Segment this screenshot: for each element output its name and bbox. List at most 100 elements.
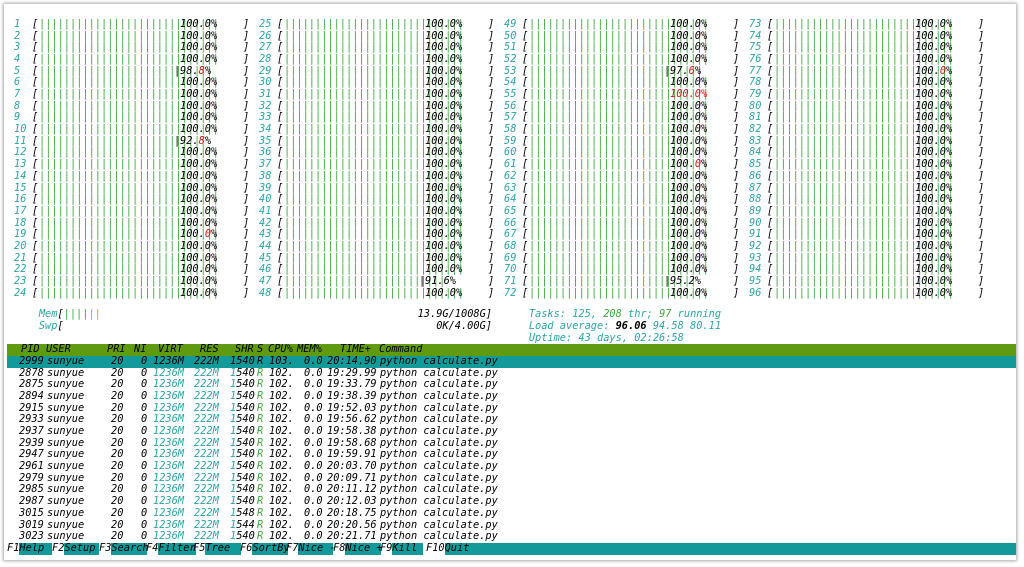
fkey-f10[interactable]: F10Quit <box>426 542 1016 555</box>
command-cell: python calculate.py <box>380 355 498 367</box>
cpu-percent: 100.0% <box>915 204 953 217</box>
cpu-number: 17 <box>14 204 27 217</box>
meter-bracket: [ <box>767 286 774 299</box>
cpu-meter: 70[|||||||||||||||||||||||||||||||||||||… <box>504 264 739 276</box>
ni-cell: 0 <box>141 355 148 367</box>
time-cell: 19:38.39 <box>327 390 377 403</box>
cpu-number: 92 <box>749 239 762 252</box>
col-cpu[interactable]: CPU% <box>268 343 293 356</box>
cpu-meter: 68[|||||||||||||||||||||||||||||||||||||… <box>504 239 739 253</box>
cpu-number: 65 <box>504 204 517 217</box>
cpu-meter: 44[|||||||||||||||||||||||||||||||||||||… <box>259 239 495 253</box>
cpu-meter: 73[|||||||||||||||||||||||||||||||||||||… <box>749 18 984 31</box>
virt-cell: 1236M <box>153 506 184 519</box>
meter-bracket: [ <box>277 239 284 252</box>
meter-bracket: ] <box>733 274 740 287</box>
fkey-f4[interactable]: F4Filter <box>146 542 197 555</box>
cpu-percent: 100.0% <box>180 204 218 217</box>
meter-bracket: ] <box>733 18 740 30</box>
ni-cell: 0 <box>141 390 148 403</box>
pri-cell: 20 <box>111 390 124 403</box>
col-virt[interactable]: VIRT <box>158 343 183 356</box>
user-cell: sunyue <box>47 355 85 367</box>
cpu-meter: 7[||||||||||||||||||||||||||||||||||||||… <box>14 88 249 101</box>
fkey-f7[interactable]: F7Nice - <box>286 542 336 555</box>
col-state[interactable]: S <box>257 343 263 356</box>
meter-bracket: ] <box>978 274 985 287</box>
meter-bracket: ] <box>488 169 495 182</box>
cpu-percent: 91.6% <box>425 274 456 287</box>
col-pri[interactable]: PRI <box>107 343 126 356</box>
col-pid[interactable]: PID <box>21 343 40 356</box>
fkey-f3[interactable]: F3Search <box>99 542 149 555</box>
cpu-meter: 28[|||||||||||||||||||||||||||||||||||||… <box>259 53 495 66</box>
cpu-meter: 95[|||||||||||||||||||||||||||||||||||||… <box>749 274 985 288</box>
meter-bracket: [ <box>277 53 284 66</box>
process-row[interactable]: 2894 sunyue 20 0 1236M 222M 1540 R 102. 0.0 19:38.… <box>7 390 1016 403</box>
cpu-percent: 100.0% <box>915 239 953 252</box>
fkey-number: F7 <box>286 542 299 554</box>
meter-bracket: ] <box>243 169 250 182</box>
meter-bracket: [ <box>767 204 774 217</box>
cpu-meter: 96[|||||||||||||||||||||||||||||||||||||… <box>749 286 985 300</box>
cpu-meter: 49[|||||||||||||||||||||||||||||||||||||… <box>504 18 740 31</box>
load-15min: 80.11 <box>690 319 722 332</box>
function-key-bar: F1Help F2Setup F3Search F4Filter F5Tree F6Sor… <box>7 542 1016 555</box>
fkey-f9[interactable]: F9Kill <box>380 542 424 555</box>
pid-cell: 3015 <box>19 506 44 519</box>
col-mem[interactable]: MEM% <box>297 343 322 356</box>
col-res[interactable]: RES <box>200 343 219 356</box>
cpu-number: 4 <box>14 53 21 66</box>
meter-bracket: ] <box>488 53 495 66</box>
meter-bracket: ] <box>243 239 250 252</box>
meter-bracket: ] <box>243 18 250 30</box>
cpu-meter: 23[|||||||||||||||||||||||||||||||||||||… <box>14 275 249 288</box>
cpu-meter: 52[|||||||||||||||||||||||||||||||||||||… <box>504 53 740 66</box>
cpu-number: 38 <box>259 169 272 182</box>
cpu-meter: 55[|||||||||||||||||||||||||||||||||||||… <box>504 88 739 101</box>
meter-bracket: [ <box>522 53 529 66</box>
process-row[interactable]: 2999 sunyue 20 0 1236M 222M 1540 R 103. 0.0 20:14.… <box>7 355 1016 368</box>
load-line: Load average: 96.06 94.58 80.11 <box>504 309 721 332</box>
fkey-f6[interactable]: F6SortBy <box>240 542 290 555</box>
cpu-meter: 65[|||||||||||||||||||||||||||||||||||||… <box>504 204 739 218</box>
cpu-percent: 100.0% <box>915 286 953 299</box>
meter-bracket: [ <box>767 53 774 66</box>
process-row[interactable]: 2937 sunyue 20 0 1236M 222M 1540 R 102. 0.0 19:58.… <box>7 425 1016 438</box>
meter-bracket: ] <box>978 239 985 252</box>
mem-cell: 0.0 <box>304 355 323 367</box>
fkey-number: F4 <box>146 542 159 554</box>
cpu-percent: 100.0% <box>670 18 708 30</box>
process-row[interactable]: 3015 sunyue 20 0 1236M 222M 1548 R 102. 0.0 20:18.… <box>7 506 1016 520</box>
cpu-meter: 20[|||||||||||||||||||||||||||||||||||||… <box>14 239 250 253</box>
meter-bracket: [ <box>522 169 529 182</box>
col-shr[interactable]: SHR <box>235 343 254 356</box>
meter-bracket: ] <box>488 239 495 252</box>
meter-bracket: ] <box>243 204 250 217</box>
fkey-label: Tree <box>205 542 242 555</box>
col-user[interactable]: USER <box>46 343 71 356</box>
meter-bracket: [ <box>767 274 774 287</box>
fkey-f2[interactable]: F2Setup <box>52 542 100 555</box>
col-time[interactable]: TIME+ <box>340 343 371 356</box>
cpu-percent: 100.0% <box>670 169 708 182</box>
fkey-number: F10 <box>426 542 445 554</box>
fkey-f1[interactable]: F1Help <box>7 542 53 555</box>
cpu-meter: 1[||||||||||||||||||||||||||||||||||||||… <box>14 18 250 31</box>
cpu-number: 73 <box>749 18 762 30</box>
pid-cell: 2999 <box>19 355 44 367</box>
meter-bracket: ] <box>243 53 250 66</box>
meter-bracket: ] <box>978 286 985 299</box>
pri-cell: 20 <box>111 506 124 519</box>
cpu-percent: 100.0% <box>180 18 218 30</box>
meter-bracket: [ <box>522 239 529 252</box>
fkey-number: F8 <box>333 542 346 554</box>
fkey-f8[interactable]: F8Nice + <box>333 542 383 555</box>
fkey-f5[interactable]: F5Tree <box>193 542 242 555</box>
col-command[interactable]: Command <box>379 343 422 356</box>
col-ni[interactable]: NI <box>134 343 146 356</box>
cpu-number: 86 <box>749 169 762 182</box>
tasks-line: Tasks: 125, 208 thr; 97 running <box>504 297 721 320</box>
cpu-number: 52 <box>504 53 517 66</box>
meter-bracket: ] <box>733 53 740 66</box>
